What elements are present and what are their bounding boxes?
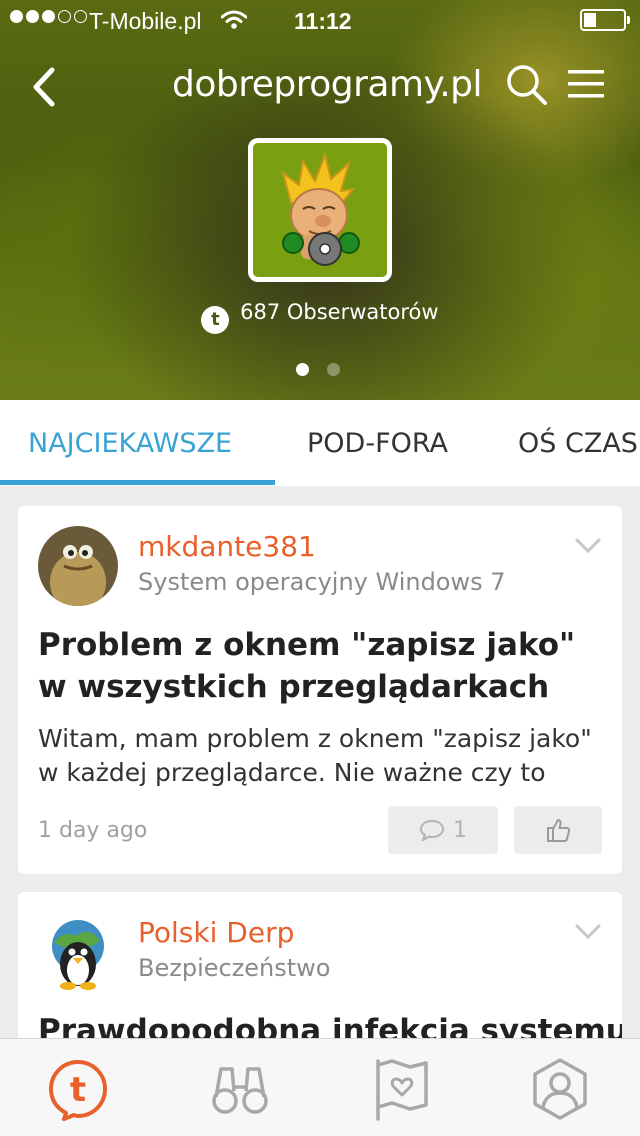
svg-text:t: t: [70, 1070, 86, 1110]
avatar[interactable]: [38, 526, 118, 606]
post-forum[interactable]: System operacyjny Windows 7: [138, 568, 506, 596]
tab-najciekawsze[interactable]: NAJCIEKAWSZE: [28, 428, 232, 459]
followers-count: t 687 Obserwatorów: [0, 300, 640, 334]
page-dot-2[interactable]: [327, 363, 340, 376]
post-author[interactable]: mkdante381: [138, 530, 316, 563]
comment-icon: [419, 819, 445, 841]
binoculars-icon[interactable]: [208, 1057, 272, 1121]
hamburger-menu-icon[interactable]: [566, 64, 606, 104]
post-card[interactable]: mkdante381 System operacyjny Windows 7 P…: [18, 506, 622, 874]
status-time: 11:12: [294, 8, 352, 34]
post-excerpt: Witam, mam problem z oknem "zapisz jako"…: [38, 724, 592, 787]
post-timestamp: 1 day ago: [38, 818, 148, 843]
page-dot-1[interactable]: [296, 363, 309, 376]
tab-pod-fora[interactable]: POD-FORA: [307, 428, 448, 459]
user-profile-icon[interactable]: [528, 1057, 592, 1121]
tab-os-czasu[interactable]: OŚ CZAS: [518, 428, 638, 459]
comment-count: 1: [453, 817, 467, 843]
nav-bar: dobreprogramy.pl: [0, 52, 640, 122]
wifi-icon: [221, 10, 247, 29]
user-avatar-image: [38, 526, 118, 606]
followers-label: 687 Obserwatorów: [240, 300, 439, 324]
chevron-down-icon[interactable]: [574, 922, 602, 942]
comment-button[interactable]: 1: [388, 806, 498, 854]
thumbs-up-icon: [547, 819, 571, 842]
screen: T-Mobile.pl 11:12 dobreprogramy.pl t 687…: [0, 0, 640, 1136]
battery-icon: [580, 9, 630, 31]
forum-mascot-image: [253, 143, 387, 277]
active-tab-indicator: [0, 480, 275, 485]
carrier-name: T-Mobile.pl: [89, 8, 202, 34]
post-author[interactable]: Polski Derp: [138, 916, 294, 949]
forum-title: dobreprogramy.pl: [172, 64, 483, 105]
back-button[interactable]: [26, 62, 66, 112]
forum-header: T-Mobile.pl 11:12 dobreprogramy.pl t 687…: [0, 0, 640, 400]
like-button[interactable]: [514, 806, 602, 854]
tab-bar: NAJCIEKAWSZE POD-FORA OŚ CZAS: [0, 400, 640, 486]
post-forum[interactable]: Bezpieczeństwo: [138, 954, 331, 982]
status-bar: T-Mobile.pl 11:12: [0, 0, 640, 40]
search-icon[interactable]: [504, 62, 550, 108]
tapatalk-logo-icon[interactable]: t: [46, 1057, 110, 1121]
avatar[interactable]: [38, 912, 118, 992]
post-title[interactable]: Problem z oknem "zapisz jako" w wszystki…: [38, 624, 598, 708]
tapatalk-icon: t: [201, 306, 230, 334]
chevron-down-icon[interactable]: [574, 536, 602, 556]
forum-avatar: [248, 138, 392, 282]
signal-strength-icon: [10, 10, 87, 23]
page-indicator[interactable]: [296, 363, 340, 376]
user-avatar-image: [38, 912, 118, 992]
bottom-tab-bar: t: [0, 1038, 640, 1136]
flag-heart-icon[interactable]: [370, 1057, 434, 1121]
